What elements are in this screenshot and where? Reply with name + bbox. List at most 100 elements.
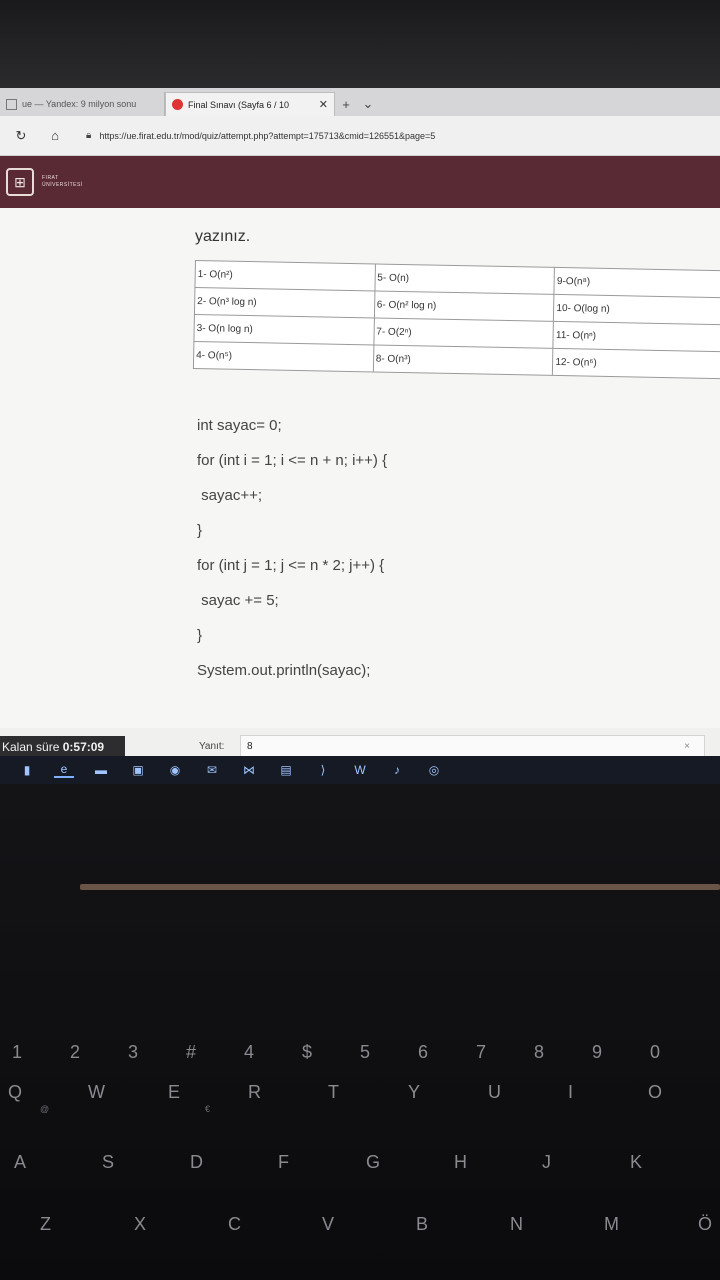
clear-icon[interactable]: × [684,736,690,758]
table-cell: 10- O(log n) [553,294,720,325]
timer-value: 0:57:09 [62,740,105,754]
code-line: } [197,522,203,539]
lock-icon: 🔒︎ [86,130,92,141]
keyboard-key: G [366,1152,381,1172]
keyboard-key: T [328,1082,339,1102]
laptop-keyboard: 1 2 3 #4 $5 6 7 8 9 0 Q W E R T Y U I O A S D F G H J K Z X C V B N M Ö @ € [0,784,720,1280]
url-field[interactable]: 🔒︎ https://ue.firat.edu.tr/mod/quiz/atte… [86,124,706,148]
keyboard-key: @ [40,1104,50,1114]
keyboard-key: O [648,1082,663,1102]
code-line: sayac++; [197,487,263,504]
code-line: for (int i = 1; i <= n + n; i++) { [197,452,388,469]
complexity-table: 1- O(n²) 5- O(n) 9-O(n⁸) 2- O(n³ log n) 6- O… [192,260,720,380]
file-explorer-icon[interactable]: ▬ [91,762,111,778]
university-logo-icon[interactable]: ⊞ [6,168,34,196]
keyboard-key: Ö [698,1214,713,1234]
keyboard-key: J [542,1152,551,1172]
keyboard-key: C [228,1214,241,1234]
table-cell: 7- O(2ⁿ) [373,317,554,349]
keyboard-key: X [134,1214,147,1234]
timer-badge: Kalan süre 0:57:09 [0,736,125,758]
keyboard-key: S [102,1152,115,1172]
browser-tab-bar: ue — Yandex: 9 milyon sonu Final Sınavı … [0,88,720,116]
keyboard-key: H [454,1152,467,1172]
keyboard-key: K [630,1152,643,1172]
logo-line1: FIRAT [42,175,59,181]
mail-icon[interactable]: ✉ [202,762,222,778]
taskbar: ▮ e ▬ ▣ ◉ ✉ ⋈ ▤ ⟩ W ♪ ◎ [0,756,720,784]
keyboard-key: R [248,1082,261,1102]
table-cell: 8- O(n³) [373,344,554,376]
keyboard-key: 2 [70,1042,81,1062]
keyboard-key: Q [8,1082,23,1102]
keyboard-key: M [604,1214,619,1234]
table-cell: 1- O(n²) [194,260,376,291]
tab-final-exam[interactable]: Final Sınavı (Sayfa 6 / 10 ✕ [165,92,335,116]
question-content: yazınız. 1- O(n²) 5- O(n) 9-O(n⁸) 2- O(n³ l… [0,208,720,764]
table-cell: 4- O(n⁵) [193,341,374,372]
start-icon[interactable]: ▮ [17,762,37,778]
vscode-icon[interactable]: ⟩ [313,762,333,778]
notepad-icon[interactable]: ▤ [276,762,296,778]
question-text: yazınız. [195,228,251,245]
keyboard-key: D [190,1152,203,1172]
keyboard-key: W [88,1082,105,1102]
new-tab-button[interactable]: + [335,92,357,116]
volume-icon[interactable]: ♪ [387,762,407,778]
keyboard-key: 4 [244,1042,255,1062]
table-cell: 3- O(n log n) [193,314,375,345]
keyboard-key: # [186,1042,197,1062]
site-favicon-icon [172,99,183,110]
table-cell: 9-O(n⁸) [554,267,720,298]
store-icon[interactable]: ▣ [128,762,148,778]
tab-menu-chevron-icon[interactable]: ⌄ [357,92,379,116]
table-cell: 12- O(n⁶) [552,348,720,379]
keyboard-key: 3 [128,1042,139,1062]
address-bar: ↻ ⌂ 🔒︎ https://ue.firat.edu.tr/mod/quiz/… [0,116,720,156]
keyboard-key: N [510,1214,523,1234]
hinge-line [80,884,720,890]
tab-title: Final Sınavı (Sayfa 6 / 10 [188,99,290,110]
timer-label: Kalan süre [2,740,60,754]
tab-yandex[interactable]: ue — Yandex: 9 milyon sonu [0,92,165,116]
keyboard-key: 5 [360,1042,371,1062]
logo-text: FIRAT ÜNİVERSİTESİ [42,175,83,189]
keyboard-key: Y [408,1082,421,1102]
word-icon[interactable]: W [350,762,370,778]
answer-value: 8 [247,741,253,752]
visual-studio-icon[interactable]: ⋈ [239,762,259,778]
keyboard-key: $ [302,1042,313,1062]
code-line: System.out.println(sayac); [197,662,371,679]
tab-title: ue — Yandex: 9 milyon sonu [22,99,137,109]
table-cell: 5- O(n) [374,263,555,295]
page-icon [6,98,17,110]
keyboard-key: 1 [12,1042,23,1062]
code-line: sayac += 5; [197,592,279,609]
keyboard-key: 0 [650,1042,661,1062]
edge-browser-icon[interactable]: e [54,762,74,778]
refresh-icon[interactable]: ↻ [8,123,34,149]
table-cell: 11- O(nⁿ) [553,321,720,352]
screen: ue — Yandex: 9 milyon sonu Final Sınavı … [0,88,720,784]
answer-label: Yanıt: [199,741,225,752]
monitor-bezel [0,0,720,88]
discord-icon[interactable]: ◎ [424,762,444,778]
code-line: } [197,627,203,644]
keyboard-key: 8 [534,1042,545,1062]
keyboard-key: 9 [592,1042,603,1062]
url-text: https://ue.firat.edu.tr/mod/quiz/attempt… [99,130,436,141]
keyboard-key: B [416,1214,429,1234]
code-block: int sayac= 0; for (int i = 1; i <= n + n;… [197,408,387,688]
table-cell: 2- O(n³ log n) [194,287,375,318]
site-header: ⊞ FIRAT ÜNİVERSİTESİ [0,156,720,208]
home-icon[interactable]: ⌂ [42,123,68,149]
logo-line2: ÜNİVERSİTESİ [42,182,83,188]
keyboard-key: F [278,1152,289,1172]
keyboard-key: A [14,1152,27,1172]
keyboard-key: 6 [418,1042,429,1062]
keyboard-key: V [322,1214,335,1234]
chrome-icon[interactable]: ◉ [165,762,185,778]
keyboard-key: E [168,1082,181,1102]
close-tab-icon[interactable]: ✕ [319,98,328,111]
keyboard-key: I [568,1082,574,1102]
